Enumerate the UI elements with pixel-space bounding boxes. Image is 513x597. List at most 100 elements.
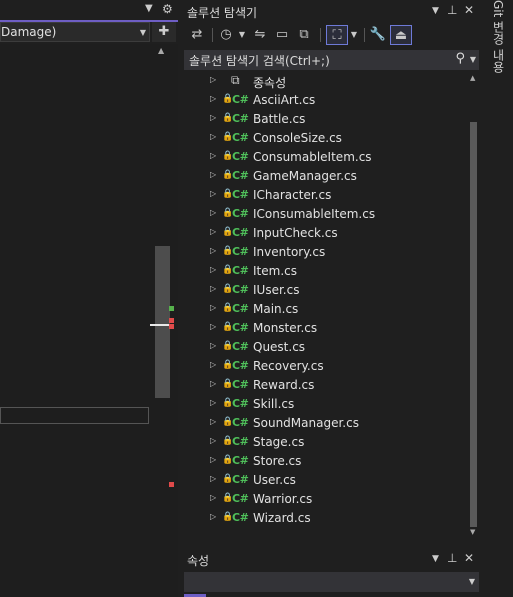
search-icon[interactable]: ⚲ (455, 51, 465, 66)
tree-item-file[interactable]: ▷ 🔒 C# SoundManager.cs (181, 414, 467, 433)
chevron-down-icon[interactable]: ▼ (432, 554, 439, 564)
expand-arrow-icon[interactable]: ▷ (210, 75, 216, 84)
csharp-file-icon: C# (232, 416, 249, 429)
tree-item-label: 종속성 (253, 76, 287, 90)
scroll-up-icon[interactable]: ▲ (470, 74, 475, 82)
change-marker (169, 306, 174, 311)
tree-item-file[interactable]: ▷ 🔒 C# Main.cs (181, 300, 467, 319)
expand-arrow-icon[interactable]: ▷ (210, 398, 216, 407)
tree-item-file[interactable]: ▷ 🔒 C# AsciiArt.cs (181, 91, 467, 110)
tree-item-file[interactable]: ▷ 🔒 C# Stage.cs (181, 433, 467, 452)
chevron-down-icon[interactable]: ▼ (237, 25, 247, 45)
tree-item-file[interactable]: ▷ 🔒 C# Reward.cs (181, 376, 467, 395)
expand-arrow-icon[interactable]: ▷ (210, 493, 216, 502)
show-all-files-icon[interactable]: ⧉ (295, 25, 313, 45)
scroll-thumb[interactable] (155, 246, 170, 398)
tree-item-file[interactable]: ▷ 🔒 C# InputCheck.cs (181, 224, 467, 243)
expand-arrow-icon[interactable]: ▷ (210, 94, 216, 103)
close-icon[interactable]: ✕ (464, 3, 474, 17)
panel-title: 솔루션 탐색기 (187, 6, 258, 20)
search-input[interactable]: 솔루션 탐색기 검색(Ctrl+;) ⚲ ▼ (184, 50, 479, 70)
pin-icon[interactable]: ⊥ (447, 551, 457, 565)
expand-arrow-icon[interactable]: ▷ (210, 322, 216, 331)
tree-item-dependencies[interactable]: ▷ ⧉ 종속성 (181, 72, 467, 91)
member-dropdown[interactable]: Damage) ▼ (0, 22, 150, 42)
expand-arrow-icon[interactable]: ▷ (210, 151, 216, 160)
expand-arrow-icon[interactable]: ▷ (210, 341, 216, 350)
tree-item-file[interactable]: ▷ 🔒 C# Skill.cs (181, 395, 467, 414)
tree-item-file[interactable]: ▷ 🔒 C# Warrior.cs (181, 490, 467, 509)
collapse-all-icon[interactable]: ▭ (273, 25, 291, 45)
history-icon[interactable]: ◷ (217, 25, 235, 45)
csharp-file-icon: C# (232, 131, 249, 144)
tree-item-file[interactable]: ▷ 🔒 C# Wizard.cs (181, 509, 467, 528)
solution-explorer-toolbar: ⇄ ◷ ▼ ⇋ ▭ ⧉ ⛶ ▼ 🔧 ⏏ (181, 22, 482, 48)
chevron-down-icon[interactable]: ▼ (349, 25, 359, 45)
tree-item-file[interactable]: ▷ 🔒 C# Store.cs (181, 452, 467, 471)
solution-tree: ▷ ⧉ 종속성 ▷ 🔒 C# AsciiArt.cs ▷ 🔒 C# Battle.cs ▷ 🔒 C# Con… (181, 72, 467, 538)
tree-scrollbar[interactable]: ▲ ▼ (467, 72, 480, 538)
tree-item-file[interactable]: ▷ 🔒 C# Item.cs (181, 262, 467, 281)
tree-item-file[interactable]: ▷ 🔒 C# User.cs (181, 471, 467, 490)
expand-arrow-icon[interactable]: ▷ (210, 113, 216, 122)
expand-arrow-icon[interactable]: ▷ (210, 265, 216, 274)
tree-item-file[interactable]: ▷ 🔒 C# GameManager.cs (181, 167, 467, 186)
git-changes-tab[interactable]: Git 변경 내용 (490, 0, 507, 73)
csharp-file-icon: C# (232, 169, 249, 182)
wrench-icon[interactable]: 🔧 (369, 25, 387, 45)
editor-output-box (0, 407, 149, 424)
chevron-down-icon[interactable]: ▼ (470, 55, 476, 64)
tree-item-file[interactable]: ▷ 🔒 C# Monster.cs (181, 319, 467, 338)
preview-icon[interactable]: ⏏ (390, 25, 412, 45)
expand-arrow-icon[interactable]: ▷ (210, 132, 216, 141)
scroll-up-icon[interactable]: ▲ (158, 46, 164, 55)
expand-arrow-icon[interactable]: ▷ (210, 284, 216, 293)
csharp-file-icon: C# (232, 188, 249, 201)
csharp-file-icon: C# (232, 283, 249, 296)
gear-icon[interactable]: ⚙ (162, 2, 173, 16)
expand-arrow-icon[interactable]: ▷ (210, 455, 216, 464)
expand-arrow-icon[interactable]: ▷ (210, 208, 216, 217)
expand-arrow-icon[interactable]: ▷ (210, 436, 216, 445)
switch-views-icon[interactable]: ⇄ (187, 25, 207, 45)
tree-item-file[interactable]: ▷ 🔒 C# IConsumableItem.cs (181, 205, 467, 224)
expand-arrow-icon[interactable]: ▷ (210, 417, 216, 426)
tree-item-file[interactable]: ▷ 🔒 C# Battle.cs (181, 110, 467, 129)
expand-arrow-icon[interactable]: ▷ (210, 246, 216, 255)
side-tab-strip: Git 변경 내용 (482, 0, 513, 597)
expand-arrow-icon[interactable]: ▷ (210, 303, 216, 312)
csharp-file-icon: C# (232, 359, 249, 372)
csharp-file-icon: C# (232, 492, 249, 505)
chevron-down-icon[interactable]: ▼ (432, 6, 439, 16)
code-editor[interactable] (0, 44, 150, 597)
tree-item-file[interactable]: ▷ 🔒 C# ConsumableItem.cs (181, 148, 467, 167)
tree-item-file[interactable]: ▷ 🔒 C# Recovery.cs (181, 357, 467, 376)
tree-item-file[interactable]: ▷ 🔒 C# IUser.cs (181, 281, 467, 300)
tree-item-file[interactable]: ▷ 🔒 C# Inventory.cs (181, 243, 467, 262)
csharp-file-icon: C# (232, 245, 249, 258)
tree-item-file[interactable]: ▷ 🔒 C# ConsoleSize.cs (181, 129, 467, 148)
scroll-down-icon[interactable]: ▼ (470, 528, 475, 536)
hierarchy-icon[interactable]: ⛶ (326, 25, 348, 45)
expand-arrow-icon[interactable]: ▷ (210, 379, 216, 388)
pin-icon[interactable]: ⊥ (447, 3, 457, 17)
chevron-down-icon[interactable]: ▼ (145, 3, 153, 14)
tree-item-file[interactable]: ▷ 🔒 C# ICharacter.cs (181, 186, 467, 205)
tree-item-label: AsciiArt.cs (253, 93, 316, 107)
properties-object-dropdown[interactable]: ▼ (184, 572, 479, 592)
expand-arrow-icon[interactable]: ▷ (210, 170, 216, 179)
expand-arrow-icon[interactable]: ▷ (210, 474, 216, 483)
editor-scrollbar[interactable]: ▲ (150, 44, 178, 597)
expand-arrow-icon[interactable]: ▷ (210, 512, 216, 521)
tree-item-label: InputCheck.cs (253, 226, 338, 240)
scroll-thumb[interactable] (470, 122, 477, 527)
split-vertical-icon[interactable]: ✚ (152, 22, 176, 42)
close-icon[interactable]: ✕ (464, 551, 474, 565)
tree-item-file[interactable]: ▷ 🔒 C# Quest.cs (181, 338, 467, 357)
csharp-file-icon: C# (232, 340, 249, 353)
expand-arrow-icon[interactable]: ▷ (210, 360, 216, 369)
csharp-file-icon: C# (232, 150, 249, 163)
expand-arrow-icon[interactable]: ▷ (210, 189, 216, 198)
expand-arrow-icon[interactable]: ▷ (210, 227, 216, 236)
sync-icon[interactable]: ⇋ (251, 25, 269, 45)
